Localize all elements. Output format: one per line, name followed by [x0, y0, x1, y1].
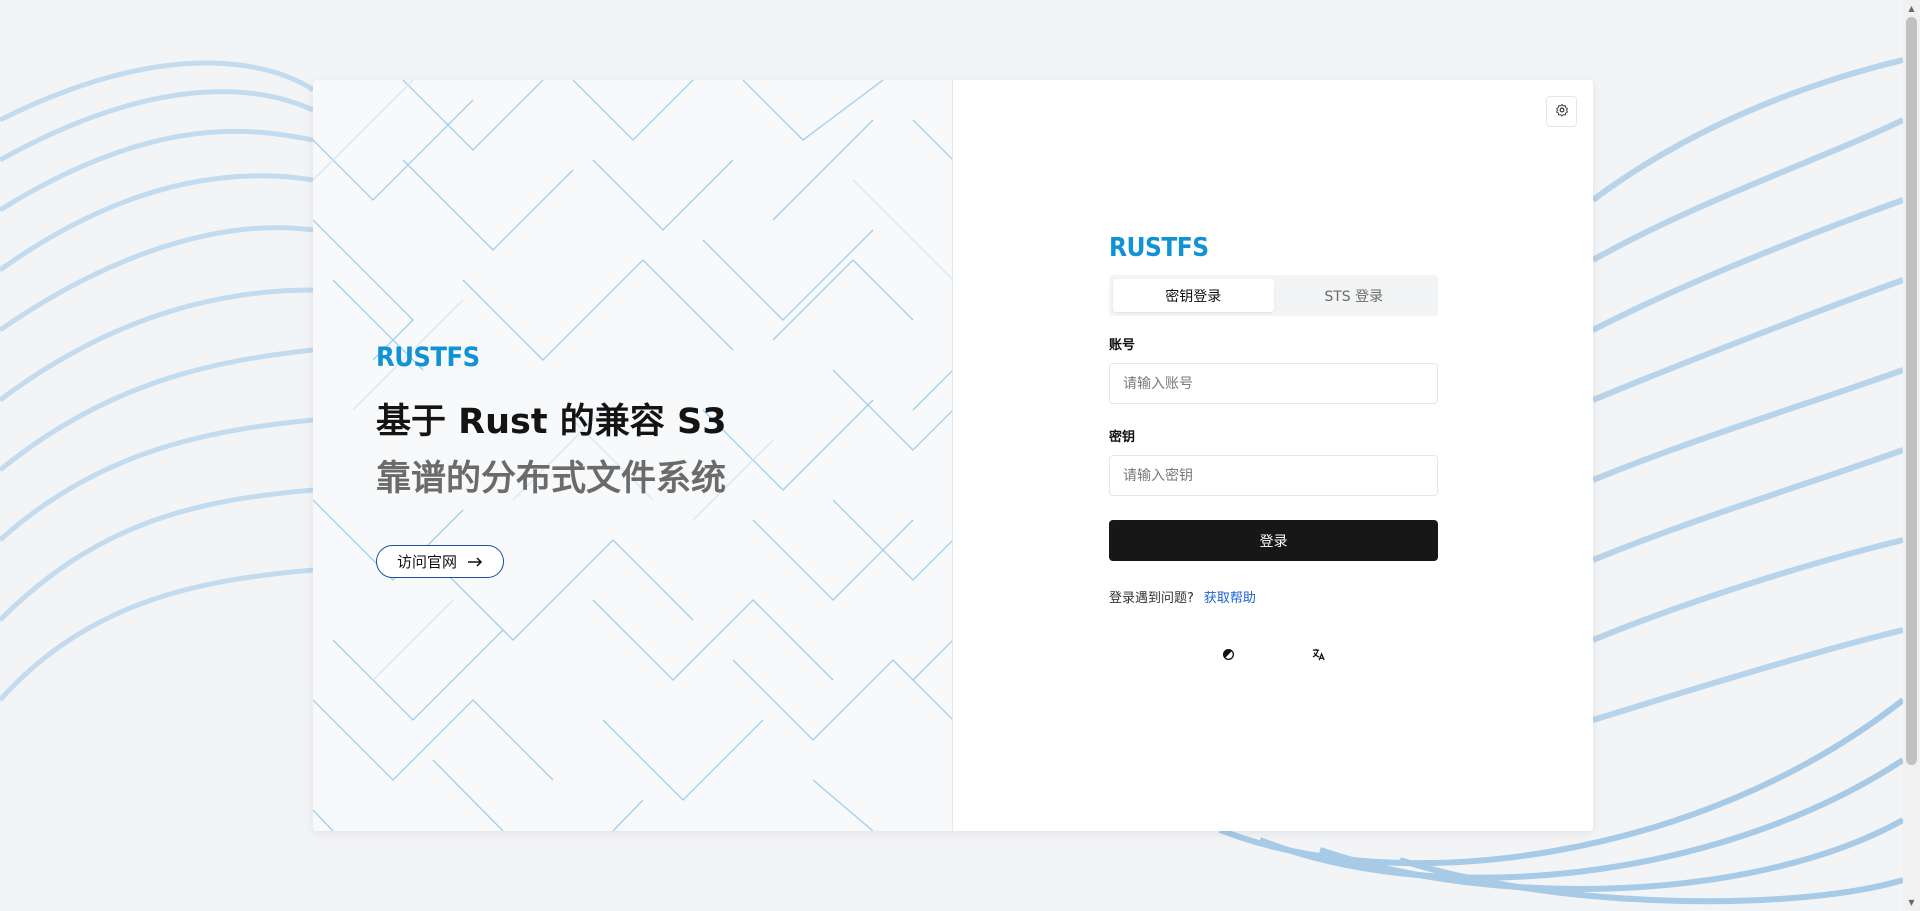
login-panel: RUSTFS 密钥登录 STS 登录 账号 密钥 登录 登录遇到问题? 获取帮助 — [953, 80, 1593, 831]
account-label: 账号 — [1109, 338, 1136, 353]
get-help-link[interactable]: 获取帮助 — [1204, 587, 1256, 606]
help-row: 登录遇到问题? 获取帮助 — [1109, 587, 1438, 606]
arrow-right-icon — [467, 552, 483, 571]
vertical-scrollbar[interactable]: ▲ ▼ — [1903, 0, 1920, 911]
login-tabs: 密钥登录 STS 登录 — [1109, 275, 1438, 316]
login-button[interactable]: 登录 — [1109, 520, 1438, 561]
secret-label: 密钥 — [1109, 430, 1136, 445]
login-card: RUSTFS 基于 Rust 的兼容 S3 靠谱的分布式文件系统 访问官网 RU… — [313, 80, 1593, 831]
hero-panel: RUSTFS 基于 Rust 的兼容 S3 靠谱的分布式文件系统 访问官网 — [313, 80, 953, 831]
scroll-down-icon[interactable]: ▼ — [1903, 894, 1920, 911]
hero-logo: RUSTFS — [376, 342, 480, 373]
account-input[interactable] — [1109, 363, 1438, 404]
secret-input[interactable] — [1109, 455, 1438, 496]
hero-headline-line2: 靠谱的分布式文件系统 — [376, 459, 727, 499]
tab-sts-login[interactable]: STS 登录 — [1274, 279, 1435, 312]
form-logo: RUSTFS — [1109, 233, 1209, 263]
visit-website-label: 访问官网 — [397, 553, 458, 571]
scrollbar-thumb[interactable] — [1906, 17, 1917, 765]
help-prompt: 登录遇到问题? — [1109, 591, 1194, 606]
visit-website-button[interactable]: 访问官网 — [376, 545, 505, 578]
hero-headline-line1: 基于 Rust 的兼容 S3 — [376, 402, 727, 442]
login-form: RUSTFS 密钥登录 STS 登录 账号 密钥 登录 登录遇到问题? 获取帮助 — [1109, 233, 1438, 662]
hero-content: RUSTFS 基于 Rust 的兼容 S3 靠谱的分布式文件系统 访问官网 — [376, 342, 727, 578]
tab-secret-key-login[interactable]: 密钥登录 — [1113, 279, 1274, 312]
footer-icons — [1109, 646, 1438, 662]
scroll-up-icon[interactable]: ▲ — [1903, 0, 1920, 17]
settings-button[interactable] — [1546, 96, 1577, 127]
translate-icon[interactable] — [1311, 646, 1327, 662]
theme-toggle-icon[interactable] — [1221, 646, 1237, 662]
gear-icon — [1555, 102, 1569, 121]
